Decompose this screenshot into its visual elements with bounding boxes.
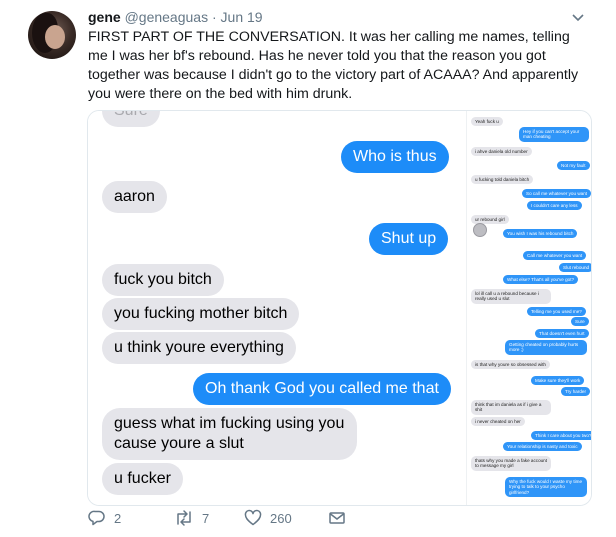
direct-message-button[interactable] xyxy=(328,509,346,527)
retweet-icon xyxy=(174,509,194,527)
message-bubble: Oh thank God you called me that xyxy=(193,373,451,405)
message-bubble: guess what im fucking using you cause yo… xyxy=(102,408,357,460)
separator-dot: · xyxy=(211,9,217,25)
message-bubble: u fucker xyxy=(102,463,183,495)
mini-bubble: Hey if you can't accept your man cheatin… xyxy=(519,127,589,142)
reply-count: 2 xyxy=(114,510,122,526)
tweet-header: gene @geneaguas · Jun 19 xyxy=(88,9,263,25)
mini-bubble: Make sure they'll work xyxy=(531,376,585,386)
mini-bubble: i never cheated on her xyxy=(471,417,525,427)
mini-bubble: Try harder xyxy=(561,387,591,397)
like-count: 260 xyxy=(270,510,292,526)
message-bubble-cut: Sure xyxy=(102,111,160,127)
mini-bubble: You wish I was his rebound bitch xyxy=(503,229,578,239)
mini-bubble: Think I care about you two? xyxy=(531,431,591,441)
envelope-icon xyxy=(328,509,346,527)
message-bubble: u think youre everything xyxy=(102,332,296,364)
mini-bubble: is that why youre so obsessed with xyxy=(471,360,550,370)
message-bubble: Shut up xyxy=(369,223,449,255)
mini-bubble: think that im daniela as if i give a shi… xyxy=(471,400,551,415)
heart-icon xyxy=(244,509,262,527)
tweet-media[interactable]: Sure Who is thus aaron Shut up fuck you … xyxy=(87,110,592,506)
tweet-date[interactable]: Jun 19 xyxy=(221,9,263,25)
message-bubble: fuck you bitch xyxy=(102,264,224,296)
side-conversation-screenshot: Yeah fuck u Hey if you can't accept your… xyxy=(466,111,591,505)
mini-bubble: Yeah fuck u xyxy=(471,117,503,127)
message-bubble: Who is thus xyxy=(341,141,449,173)
mini-bubble: Call me whatever you want xyxy=(523,251,587,261)
mini-bubble: i ahve daniela old number xyxy=(471,147,532,157)
mini-bubble: lol ill call u a rebound because i reall… xyxy=(471,289,551,304)
mini-bubble: Your relationship is nasty and toxic xyxy=(503,442,582,452)
mini-bubble: Slut rebound xyxy=(559,263,591,273)
mini-bubble: Not my fault xyxy=(557,161,590,171)
mini-bubble: Why the fuck would I waste my time tryin… xyxy=(505,477,587,498)
message-bubble: you fucking mother bitch xyxy=(102,298,300,330)
main-conversation-screenshot: Sure Who is thus aaron Shut up fuck you … xyxy=(88,111,458,505)
mini-avatar xyxy=(473,223,487,237)
mini-bubble: So call me whatever you want xyxy=(522,189,591,199)
author-handle[interactable]: @geneaguas xyxy=(125,9,209,25)
chevron-down-icon[interactable] xyxy=(571,10,585,22)
like-button[interactable]: 260 xyxy=(244,509,292,527)
author-name[interactable]: gene xyxy=(88,9,121,25)
tweet-actions: 2 7 260 xyxy=(88,509,388,531)
message-bubble: aaron xyxy=(102,181,167,213)
mini-bubble: thats why you made a fake account to mes… xyxy=(471,456,551,471)
mini-bubble: Telling me you used me? xyxy=(527,307,586,317)
tweet: gene @geneaguas · Jun 19 FIRST PART OF T… xyxy=(0,0,616,537)
mini-bubble: That doesn't even hurt xyxy=(535,329,589,339)
retweet-count: 7 xyxy=(202,510,210,526)
mini-bubble: I couldn't care any less xyxy=(527,201,582,211)
retweet-button[interactable]: 7 xyxy=(174,509,209,527)
avatar-face xyxy=(45,25,65,49)
tweet-text: FIRST PART OF THE CONVERSATION. It was h… xyxy=(88,29,579,102)
mini-bubble: What else? That's all you've got? xyxy=(503,275,579,285)
reply-icon xyxy=(88,509,106,527)
mini-bubble: Sure xyxy=(571,317,589,327)
reply-button[interactable]: 2 xyxy=(88,509,121,527)
mini-bubble: Getting cheated on probably hurts more ;… xyxy=(505,340,587,355)
mini-bubble: u fucking told daniela bitch xyxy=(471,175,534,185)
avatar[interactable] xyxy=(28,11,76,59)
